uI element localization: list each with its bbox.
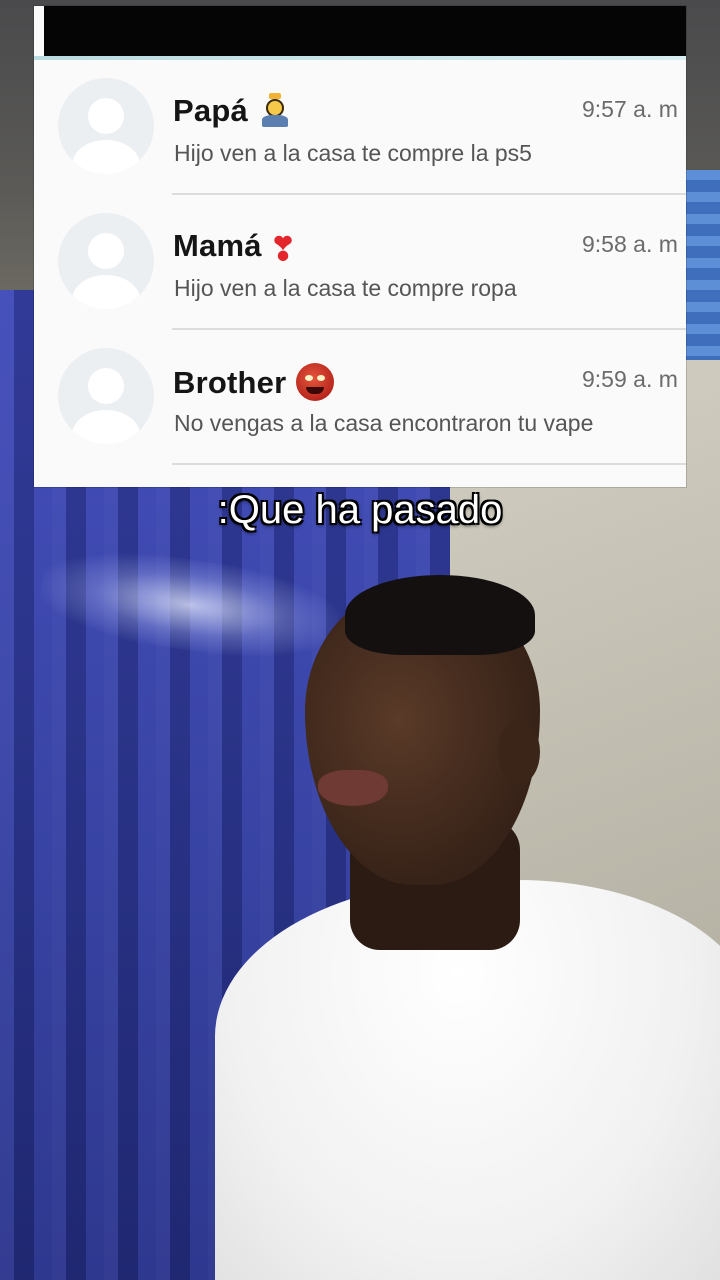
blue-fabric <box>686 170 720 360</box>
message-preview: Hijo ven a la casa te compre ropa <box>174 275 517 301</box>
contact-name: Papá <box>173 93 290 129</box>
avatar-body <box>72 275 140 309</box>
message-time: 9:59 a. m <box>582 366 678 392</box>
chat-row-mama[interactable]: Mamá ❣ 9:58 a. m Hijo ven a la casa te co… <box>34 195 686 330</box>
contact-name: Brother <box>173 363 335 401</box>
woman-with-crown-icon <box>260 93 290 127</box>
avatar-body <box>72 410 140 444</box>
chat-row-brother[interactable]: Brother 9:59 a. m No vengas a la casa en… <box>34 330 686 465</box>
avatar-body <box>72 140 140 174</box>
chat-list-screenshot: Papá 9:57 a. m Hijo ven a la casa te com… <box>34 6 686 487</box>
message-preview: Hijo ven a la casa te compre la ps5 <box>174 140 532 166</box>
avatar <box>58 78 154 174</box>
avatar-head <box>88 368 124 404</box>
contact-name-text: Brother <box>173 365 287 400</box>
avatar <box>58 348 154 444</box>
chat-row-papa[interactable]: Papá 9:57 a. m Hijo ven a la casa te com… <box>34 60 686 195</box>
status-bar <box>44 6 686 56</box>
message-preview: No vengas a la casa encontraron tu vape <box>174 410 594 436</box>
contact-name-text: Mamá <box>173 228 262 263</box>
chat-list: Papá 9:57 a. m Hijo ven a la casa te com… <box>34 60 686 465</box>
heart-exclamation-icon: ❣ <box>269 231 297 267</box>
ogre-icon <box>296 363 335 401</box>
avatar <box>58 213 154 309</box>
contact-name: Mamá ❣ <box>173 228 297 265</box>
person-ear <box>498 720 540 784</box>
person-mouth <box>318 770 388 806</box>
message-time: 9:57 a. m <box>582 96 678 122</box>
divider <box>172 463 686 465</box>
video-caption: :Que ha pasado <box>217 488 503 532</box>
avatar-head <box>88 98 124 134</box>
avatar-head <box>88 233 124 269</box>
contact-name-text: Papá <box>173 93 248 128</box>
message-time: 9:58 a. m <box>582 231 678 257</box>
person-hair <box>345 575 535 655</box>
